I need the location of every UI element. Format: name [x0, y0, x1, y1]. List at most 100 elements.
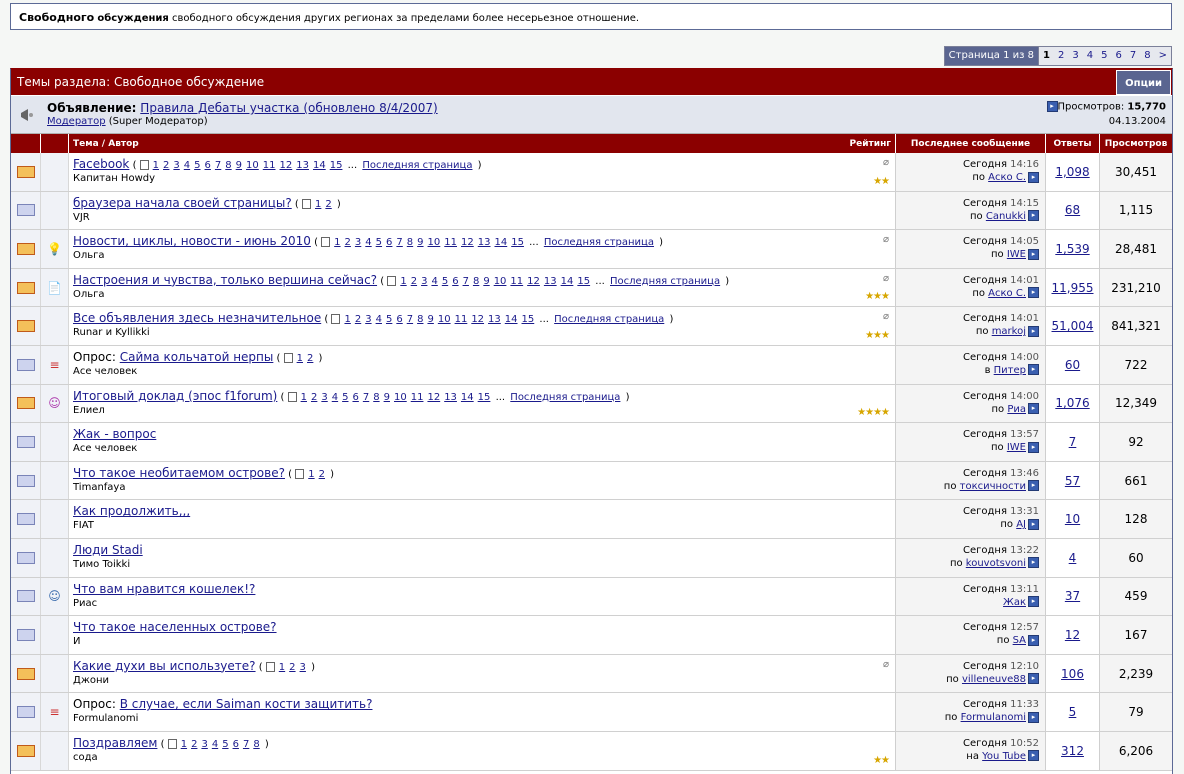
go-to-last-post-icon[interactable]: ▸: [1028, 518, 1039, 530]
go-to-last-post-icon[interactable]: ▸: [1028, 480, 1039, 492]
page-link[interactable]: 1: [153, 160, 159, 171]
page-link[interactable]: 10: [394, 392, 407, 403]
page-link[interactable]: 1: [181, 739, 187, 750]
page-link[interactable]: 3: [1068, 47, 1082, 65]
last-post-user[interactable]: IWE: [1007, 249, 1026, 260]
page-link[interactable]: 15: [330, 160, 343, 171]
page-link[interactable]: 7: [463, 276, 469, 287]
page-link[interactable]: 5: [222, 739, 228, 750]
page-link[interactable]: 13: [444, 392, 457, 403]
page-link[interactable]: 9: [236, 160, 242, 171]
announcement-link[interactable]: Правила Дебаты участка (обновлено 8/4/20…: [140, 101, 437, 115]
page-link[interactable]: 5: [386, 314, 392, 325]
last-post-user[interactable]: Аско С.: [988, 172, 1026, 183]
page-link[interactable]: 8: [407, 237, 413, 248]
page-link[interactable]: 13: [544, 276, 557, 287]
page-link[interactable]: 5: [442, 276, 448, 287]
page-link[interactable]: 4: [376, 314, 382, 325]
options-button[interactable]: Опции: [1116, 69, 1171, 95]
page-link[interactable]: 4: [212, 739, 218, 750]
page-link[interactable]: 2: [191, 739, 197, 750]
page-link[interactable]: 11: [444, 237, 457, 248]
go-to-last-post-icon[interactable]: ▸: [1028, 673, 1039, 685]
page-link[interactable]: 12: [471, 314, 484, 325]
thread-title-link[interactable]: Поздравляем: [73, 736, 157, 750]
page-link[interactable]: 2: [1054, 47, 1068, 65]
replies-link[interactable]: 57: [1065, 474, 1080, 488]
page-link[interactable]: 13: [478, 237, 491, 248]
replies-link[interactable]: 312: [1061, 744, 1084, 758]
page-link[interactable]: 12: [280, 160, 293, 171]
last-post-user[interactable]: Canukki: [986, 211, 1026, 222]
replies-link[interactable]: 37: [1065, 589, 1080, 603]
thread-title-link[interactable]: Как продолжить,,,: [73, 504, 190, 518]
last-post-user[interactable]: токсичности: [960, 481, 1026, 492]
page-link[interactable]: 8: [1140, 47, 1154, 65]
page-link[interactable]: 14: [461, 392, 474, 403]
thread-title-link[interactable]: Какие духи вы используете?: [73, 659, 256, 673]
go-to-last-post-icon[interactable]: ▸: [1028, 711, 1039, 723]
last-page-link[interactable]: Последняя страница: [362, 160, 472, 171]
col-views[interactable]: Просмотров: [1100, 134, 1172, 153]
page-link[interactable]: 7: [215, 160, 221, 171]
replies-link[interactable]: 106: [1061, 667, 1084, 681]
page-link[interactable]: 3: [365, 314, 371, 325]
page-link[interactable]: 13: [296, 160, 309, 171]
page-link[interactable]: 3: [321, 392, 327, 403]
page-next[interactable]: >: [1155, 47, 1171, 65]
page-link[interactable]: 11: [263, 160, 276, 171]
page-link[interactable]: 6: [233, 739, 239, 750]
go-to-last-post-icon[interactable]: ▸: [1028, 248, 1039, 260]
page-link[interactable]: 2: [411, 276, 417, 287]
page-link[interactable]: 14: [561, 276, 574, 287]
replies-link[interactable]: 1,076: [1055, 396, 1089, 410]
last-page-link[interactable]: Последняя страница: [610, 276, 720, 287]
page-link[interactable]: 9: [384, 392, 390, 403]
col-topic[interactable]: Тема / Автор: [73, 139, 139, 149]
last-post-user[interactable]: Питер: [994, 365, 1026, 376]
go-to-last-post-icon[interactable]: ▸: [1028, 750, 1039, 762]
page-link[interactable]: 6: [205, 160, 211, 171]
page-link[interactable]: 2: [307, 353, 313, 364]
go-to-last-post-icon[interactable]: ▸: [1028, 441, 1039, 453]
replies-link[interactable]: 10: [1065, 512, 1080, 526]
page-link[interactable]: 6: [386, 237, 392, 248]
last-post-user[interactable]: You Tube: [982, 751, 1026, 762]
page-link[interactable]: 12: [427, 392, 440, 403]
page-link[interactable]: 4: [431, 276, 437, 287]
page-link[interactable]: 10: [438, 314, 451, 325]
replies-link[interactable]: 1,539: [1055, 242, 1089, 256]
page-link[interactable]: 6: [396, 314, 402, 325]
page-link[interactable]: 1: [297, 353, 303, 364]
last-post-user[interactable]: SA: [1013, 635, 1026, 646]
last-post-user[interactable]: kouvotsvoni: [966, 558, 1026, 569]
page-link[interactable]: 14: [313, 160, 326, 171]
last-page-link[interactable]: Последняя страница: [544, 237, 654, 248]
page-link[interactable]: 4: [365, 237, 371, 248]
page-link[interactable]: 3: [421, 276, 427, 287]
thread-title-link[interactable]: Что такое необитаемом острове?: [73, 466, 285, 480]
page-link[interactable]: 2: [325, 199, 331, 210]
go-to-last-post-icon[interactable]: ▸: [1028, 325, 1039, 337]
replies-link[interactable]: 4: [1069, 551, 1077, 565]
thread-title-link[interactable]: Все объявления здесь незначительное: [73, 311, 321, 325]
page-link[interactable]: 5: [1097, 47, 1111, 65]
page-link[interactable]: 2: [319, 469, 325, 480]
page-link[interactable]: 8: [473, 276, 479, 287]
col-last[interactable]: Последнее сообщение: [896, 134, 1046, 153]
thread-title-link[interactable]: Что такое населенных острове?: [73, 620, 277, 634]
page-link[interactable]: 10: [494, 276, 507, 287]
page-link[interactable]: 14: [494, 237, 507, 248]
page-link[interactable]: 5: [342, 392, 348, 403]
page-link[interactable]: 8: [373, 392, 379, 403]
page-link[interactable]: 4: [1083, 47, 1097, 65]
go-to-last-post-icon[interactable]: ▸: [1028, 287, 1039, 299]
thread-title-link[interactable]: Итоговый доклад (эпос f1forum): [73, 389, 277, 403]
page-link[interactable]: 6: [452, 276, 458, 287]
replies-link[interactable]: 68: [1065, 203, 1080, 217]
last-post-user[interactable]: Жак: [1003, 597, 1026, 608]
page-link[interactable]: 9: [427, 314, 433, 325]
page-link[interactable]: 2: [163, 160, 169, 171]
page-link[interactable]: 10: [246, 160, 259, 171]
announcement-author[interactable]: Модератор: [47, 116, 106, 127]
